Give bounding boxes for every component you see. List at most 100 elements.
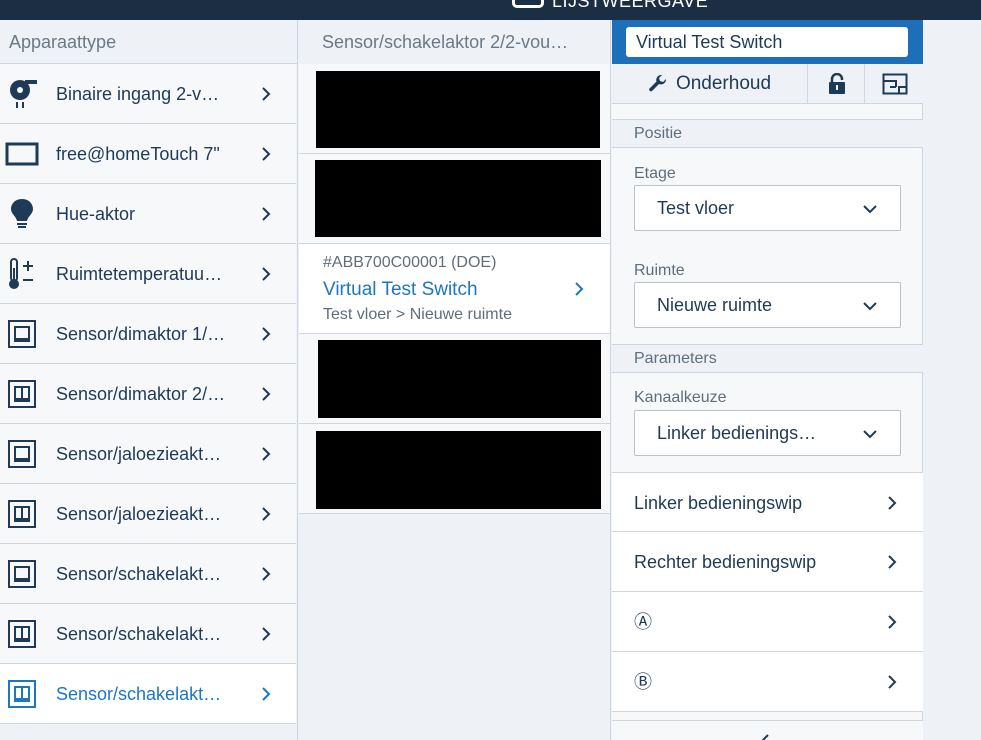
device-type-item-blind-2[interactable]: Sensor/jaloezieakt… xyxy=(0,484,296,544)
channel-id: #ABB700C00001 (DOE) xyxy=(323,254,497,271)
left-rocker-label: Linker bedieningswip xyxy=(634,493,803,513)
single-rocker-icon xyxy=(5,318,39,350)
back-button[interactable] xyxy=(612,720,923,740)
double-rocker-icon xyxy=(5,678,39,710)
device-name-bar xyxy=(612,20,923,64)
chevron-right-icon xyxy=(259,87,273,101)
maintenance-label: Onderhoud xyxy=(675,73,772,94)
chevron-right-icon xyxy=(259,687,273,701)
button-b-label: Ⓑ xyxy=(634,672,652,692)
list-view-toggle[interactable]: LIJSTWEERGAVE xyxy=(512,0,708,11)
detail-toolbar: Onderhoud xyxy=(612,64,923,104)
device-type-item-switch-1[interactable]: Sensor/schakelakt… xyxy=(0,544,296,604)
channel-choice-value: Linker bedienings… xyxy=(657,423,817,443)
thermometer-icon xyxy=(5,258,39,290)
floorplan-icon xyxy=(882,73,908,95)
lock-button[interactable] xyxy=(809,64,865,104)
position-section-header: Positie xyxy=(612,119,923,148)
device-type-label: Ruimtetemperatuu… xyxy=(56,264,223,284)
channel-choice-label: Kanaalkeuze xyxy=(634,389,727,406)
wrench-icon xyxy=(648,74,668,94)
device-type-label: Sensor/dimaktor 2/… xyxy=(56,384,226,404)
display-panel-icon xyxy=(5,138,39,170)
chevron-right-icon xyxy=(259,387,273,401)
device-type-label: free@homeTouch 7" xyxy=(56,144,220,164)
device-name-input[interactable] xyxy=(626,27,908,57)
double-rocker-icon xyxy=(5,618,39,650)
channel-column-header: Sensor/schakelaktor 2/2-vou… xyxy=(322,32,569,52)
double-rocker-icon xyxy=(5,498,39,530)
device-type-label: Sensor/schakelakt… xyxy=(56,684,222,704)
top-bar: LIJSTWEERGAVE xyxy=(0,0,981,20)
device-type-column: Apparaattype Binaire ingang 2-v… free@ho… xyxy=(0,20,298,740)
channel-item-redacted[interactable] xyxy=(299,424,610,514)
device-type-label: Sensor/jaloezieakt… xyxy=(56,504,222,524)
device-type-label: Binaire ingang 2-v… xyxy=(56,84,220,104)
chevron-right-icon xyxy=(259,207,273,221)
floor-select[interactable]: Test vloer xyxy=(634,185,901,231)
single-rocker-icon xyxy=(5,558,39,590)
bulb-icon xyxy=(5,198,39,230)
right-rocker-row[interactable]: Rechter bedieningswip xyxy=(612,532,923,592)
redacted-block xyxy=(318,340,601,418)
device-type-label: Hue-aktor xyxy=(56,204,136,224)
device-type-item-dimmer-2[interactable]: Sensor/dimaktor 2/… xyxy=(0,364,296,424)
chevron-right-icon xyxy=(885,496,899,510)
room-select[interactable]: Nieuwe ruimte xyxy=(634,282,901,328)
button-a-label: Ⓐ xyxy=(634,612,652,632)
chevron-right-icon xyxy=(259,627,273,641)
binary-input-icon xyxy=(5,78,39,110)
chevron-down-icon xyxy=(863,202,877,216)
device-type-item-blind-1[interactable]: Sensor/jaloezieakt… xyxy=(0,424,296,484)
double-rocker-icon xyxy=(5,378,39,410)
chevron-right-icon xyxy=(259,447,273,461)
redacted-block xyxy=(316,71,600,148)
device-type-label: Sensor/jaloezieakt… xyxy=(56,444,222,464)
list-view-icon xyxy=(512,0,544,9)
device-type-item-switch-2-selected[interactable]: Sensor/schakelakt… xyxy=(0,664,296,724)
device-type-item-dimmer-1[interactable]: Sensor/dimaktor 1/… xyxy=(0,304,296,364)
redacted-block xyxy=(316,431,601,509)
parameters-section-header: Parameters xyxy=(612,344,923,373)
device-detail-panel: Onderhoud Positie Etage Test vloer Ruimt… xyxy=(612,20,923,740)
device-type-item-room-temperature[interactable]: Ruimtetemperatuu… xyxy=(0,244,296,304)
redacted-block xyxy=(315,160,601,237)
chevron-right-icon xyxy=(885,675,899,689)
room-select-value: Nieuwe ruimte xyxy=(657,295,773,315)
channel-name: Virtual Test Switch xyxy=(323,279,478,300)
chevron-right-icon xyxy=(259,567,273,581)
right-rocker-label: Rechter bedieningswip xyxy=(634,552,817,572)
button-a-row[interactable]: Ⓐ xyxy=(612,592,923,652)
channel-item-selected[interactable]: #ABB700C00001 (DOE) Virtual Test Switch … xyxy=(299,244,610,334)
maintenance-button[interactable]: Onderhoud xyxy=(612,64,808,104)
chevron-down-icon xyxy=(863,427,877,441)
left-rocker-row[interactable]: Linker bedieningswip xyxy=(612,472,923,532)
chevron-right-icon xyxy=(885,615,899,629)
chevron-right-icon xyxy=(572,282,586,296)
floorplan-button[interactable] xyxy=(866,64,923,104)
channel-choice-select[interactable]: Linker bedienings… xyxy=(634,410,901,456)
channel-item-redacted[interactable] xyxy=(299,334,610,424)
floor-label: Etage xyxy=(634,165,676,182)
channel-location: Test vloer > Nieuwe ruimte xyxy=(323,306,512,323)
chevron-left-icon xyxy=(758,734,772,740)
top-bar-title: LIJSTWEERGAVE xyxy=(552,0,709,11)
device-type-label: Sensor/schakelakt… xyxy=(56,624,222,644)
channel-column: Sensor/schakelaktor 2/2-vou… #ABB700C000… xyxy=(299,20,611,740)
chevron-right-icon xyxy=(259,507,273,521)
device-type-item-switch-2[interactable]: Sensor/schakelakt… xyxy=(0,604,296,664)
device-type-item-hue[interactable]: Hue-aktor xyxy=(0,184,296,244)
device-type-item-hometouch[interactable]: free@homeTouch 7" xyxy=(0,124,296,184)
button-b-row[interactable]: Ⓑ xyxy=(612,652,923,712)
device-type-label: Sensor/schakelakt… xyxy=(56,564,222,584)
chevron-right-icon xyxy=(259,267,273,281)
chevron-right-icon xyxy=(885,555,899,569)
room-label: Ruimte xyxy=(634,262,685,279)
unlock-icon xyxy=(827,73,847,95)
chevron-right-icon xyxy=(259,147,273,161)
channel-item-redacted[interactable] xyxy=(299,154,610,244)
floor-select-value: Test vloer xyxy=(657,198,735,218)
device-type-header: Apparaattype xyxy=(0,20,297,64)
device-type-item-binary-input[interactable]: Binaire ingang 2-v… xyxy=(0,64,296,124)
channel-item-redacted[interactable] xyxy=(299,64,610,154)
